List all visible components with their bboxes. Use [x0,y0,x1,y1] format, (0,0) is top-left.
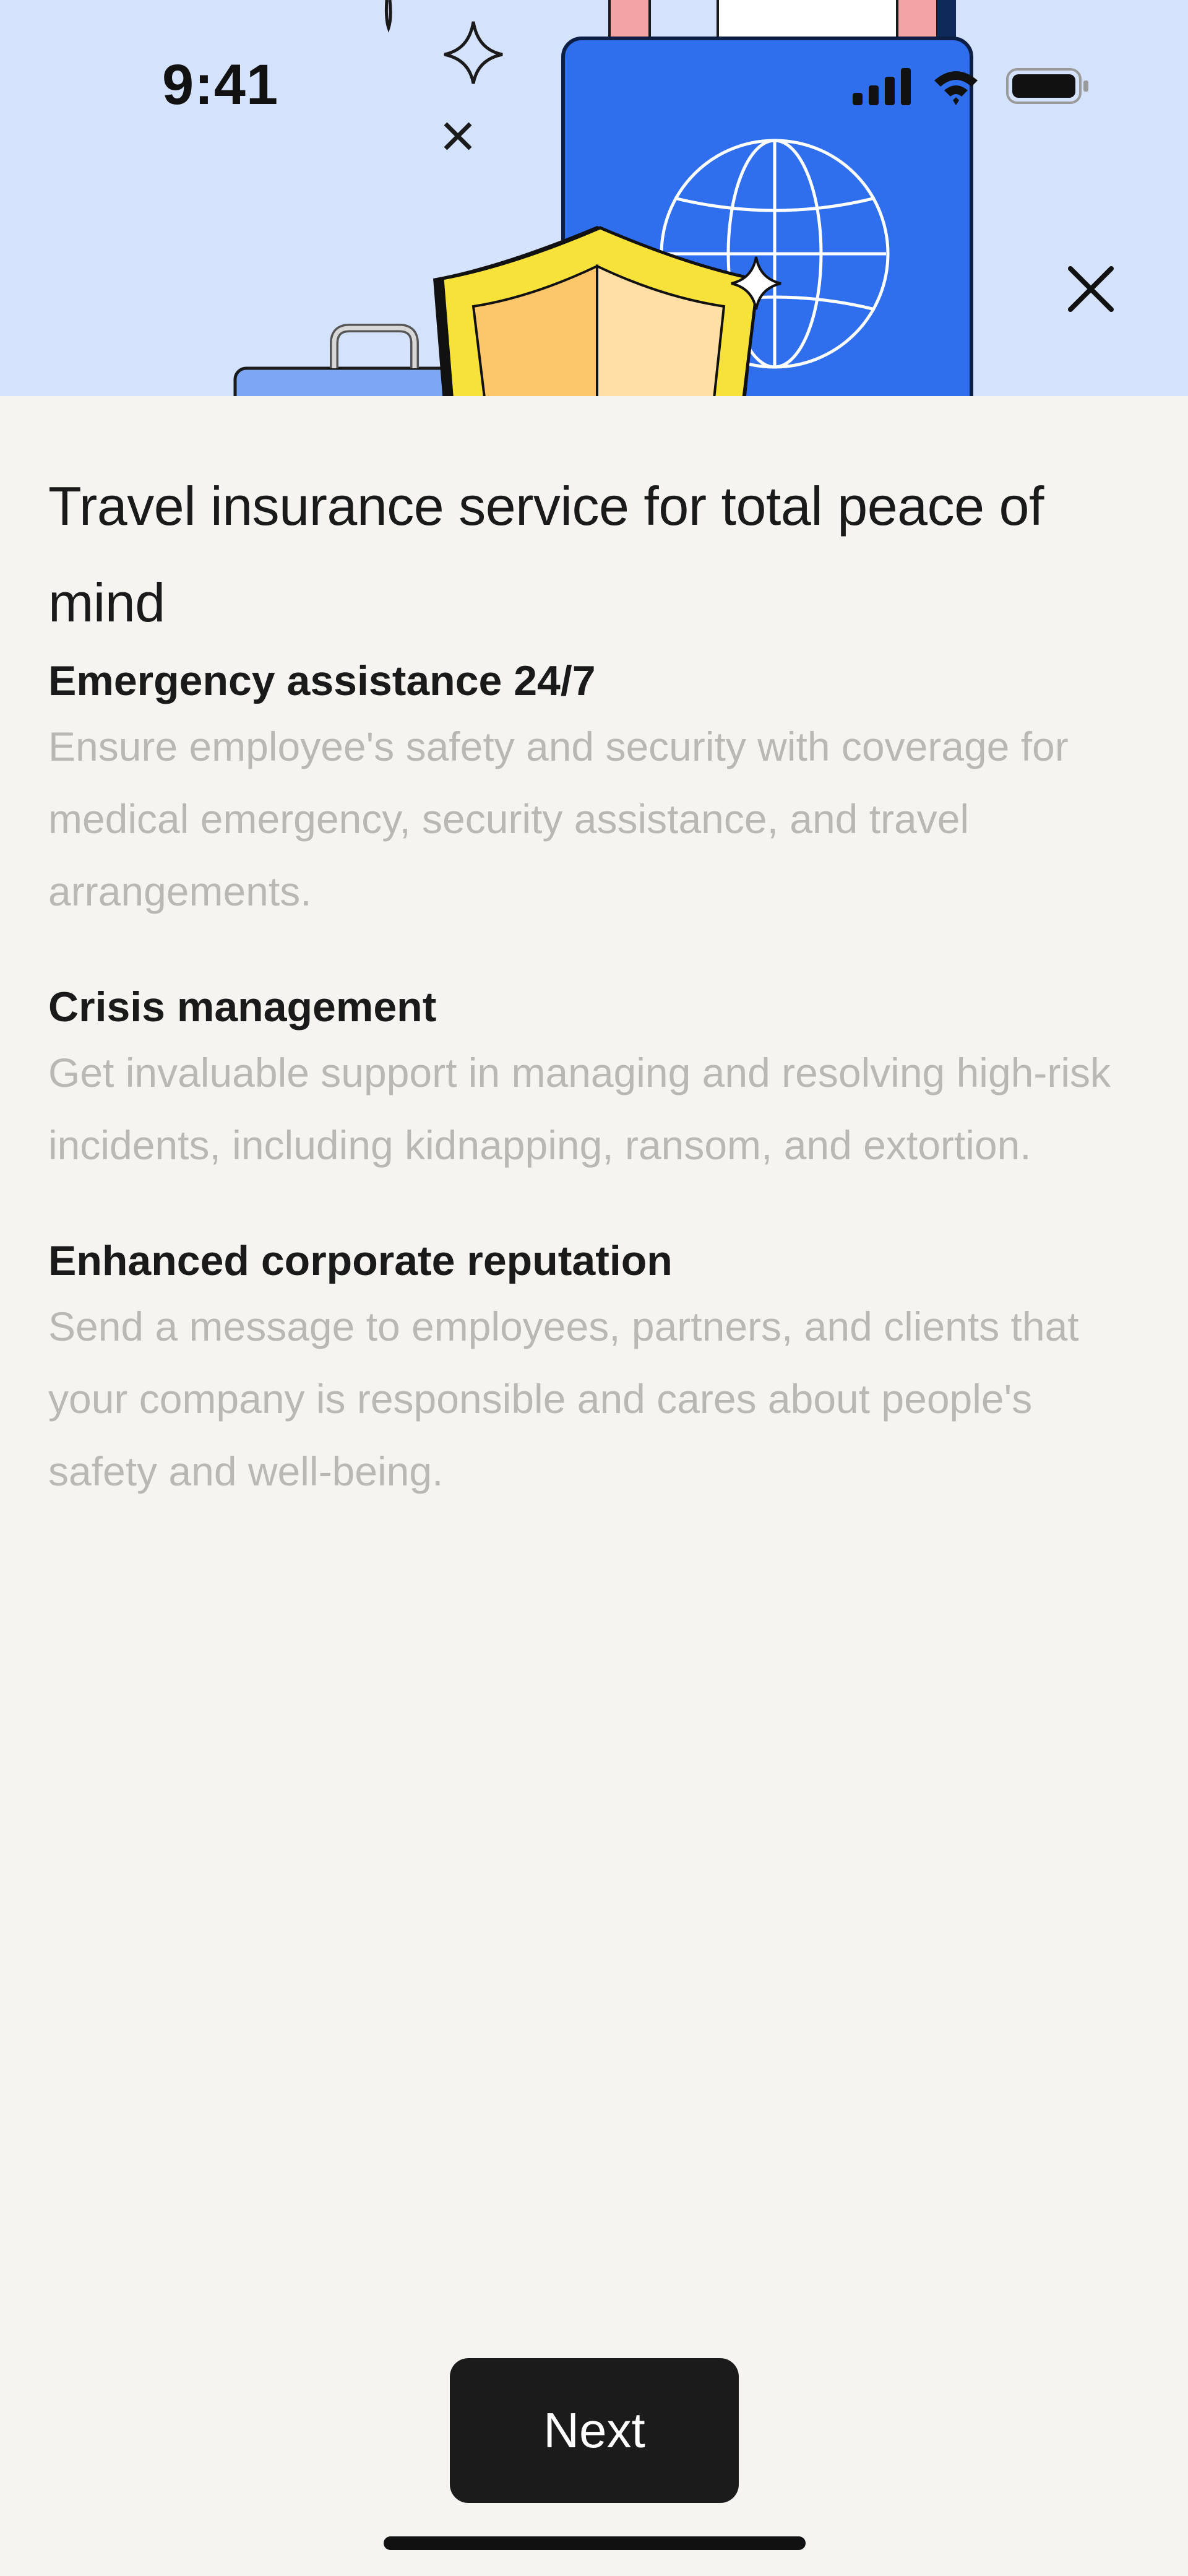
next-button[interactable]: Next [450,2358,739,2503]
wifi-icon [934,71,978,105]
main-content: Travel insurance service for total peace… [48,458,1137,1508]
page-title: Travel insurance service for total peace… [48,475,1044,633]
close-button[interactable] [1063,261,1119,317]
feature-heading: Enhanced corporate reputation [48,1237,673,1284]
feature-item: Emergency assistance 24/7 Ensure employe… [48,651,1137,928]
status-time: 9:41 [162,53,279,116]
feature-description: Send a message to employees, partners, a… [48,1303,1079,1494]
feature-heading: Crisis management [48,983,437,1031]
sparkle-icon [384,0,503,150]
feature-item: Enhanced corporate reputation Send a mes… [48,1231,1137,1508]
status-icons [853,68,1088,105]
battery-icon [1006,68,1088,104]
feature-description: Ensure employee's safety and security wi… [48,724,1069,914]
home-indicator [384,2536,806,2550]
hero-illustration: 9:41 [0,0,1188,396]
feature-description: Get invaluable support in managing and r… [48,1050,1111,1168]
feature-heading: Emergency assistance 24/7 [48,657,596,704]
cellular-signal-icon [853,68,911,105]
close-icon [1068,266,1114,312]
feature-item: Crisis management Get invaluable support… [48,977,1137,1182]
